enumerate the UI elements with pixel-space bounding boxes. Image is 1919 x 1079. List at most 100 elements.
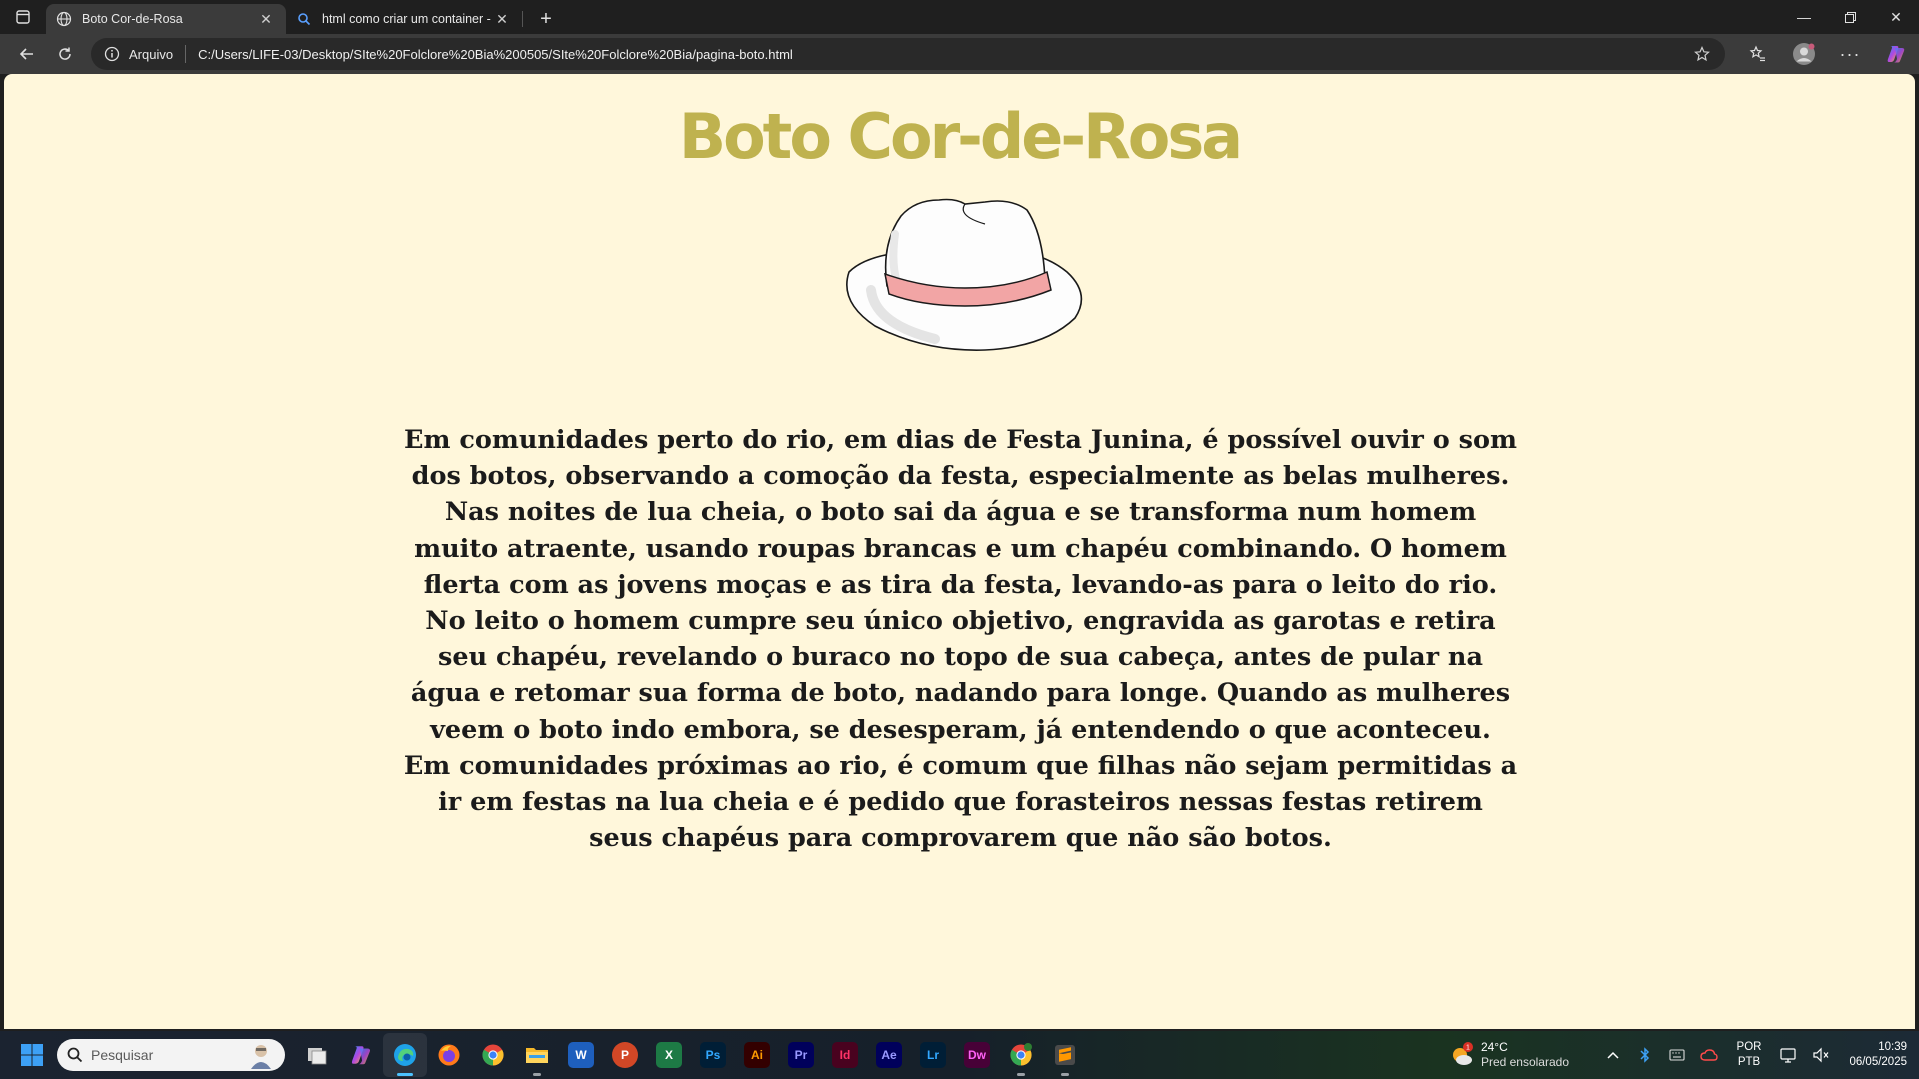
- legend-paragraph: Em comunidades perto do rio, em dias de …: [403, 425, 1518, 854]
- tab-boto[interactable]: Boto Cor-de-Rosa ✕: [46, 4, 286, 34]
- sublime-text-icon: [1055, 1045, 1075, 1065]
- toolbar-actions: ···: [1735, 38, 1919, 70]
- dreamweaver-icon: Dw: [964, 1042, 990, 1068]
- taskbar-clock[interactable]: 10:39 06/05/2025: [1837, 1040, 1907, 1070]
- back-button[interactable]: [9, 38, 45, 70]
- edge-icon: [394, 1044, 416, 1066]
- chrome-profile-taskbar-button[interactable]: [999, 1033, 1043, 1077]
- info-icon[interactable]: [103, 45, 121, 63]
- close-tab-icon[interactable]: ✕: [492, 9, 512, 29]
- avatar: [1793, 43, 1815, 65]
- search-placeholder: Pesquisar: [91, 1047, 154, 1063]
- folder-icon: [526, 1048, 548, 1063]
- firefox-taskbar-button[interactable]: [427, 1033, 471, 1077]
- copilot-icon: [1887, 46, 1905, 63]
- page-title: Boto Cor-de-Rosa: [678, 100, 1243, 173]
- copilot-button[interactable]: [1873, 38, 1919, 70]
- file-explorer-taskbar-button[interactable]: [515, 1033, 559, 1077]
- pinned-apps: W P X Ps Ai Pr Id Ae Lr Dw: [295, 1033, 1087, 1077]
- chrome-profile-icon: [1010, 1043, 1032, 1066]
- powerpoint-icon: P: [612, 1042, 638, 1068]
- volume-muted-icon[interactable]: [1805, 1035, 1837, 1075]
- illustrator-icon: Ai: [744, 1042, 770, 1068]
- profile-button[interactable]: [1781, 38, 1827, 70]
- search-icon: [296, 11, 312, 27]
- keyboard-icon[interactable]: [1661, 1035, 1693, 1075]
- edge-taskbar-button[interactable]: [383, 1033, 427, 1077]
- powerpoint-taskbar-button[interactable]: P: [603, 1033, 647, 1077]
- refresh-icon: [59, 47, 71, 60]
- search-icon: [67, 1047, 83, 1063]
- clock-date: 06/05/2025: [1849, 1056, 1907, 1068]
- lightroom-icon: Lr: [920, 1042, 946, 1068]
- start-button[interactable]: [12, 1035, 52, 1075]
- close-tab-icon[interactable]: ✕: [256, 9, 276, 29]
- keyboard-layout: PTB: [1737, 1056, 1761, 1068]
- show-hidden-icons-chevron-up-icon[interactable]: [1597, 1035, 1629, 1075]
- clock-time: 10:39: [1878, 1041, 1907, 1053]
- lightroom-taskbar-button[interactable]: Lr: [911, 1033, 955, 1077]
- url-text[interactable]: C:/Users/LIFE-03/Desktop/SIte%20Folclore…: [198, 47, 1687, 62]
- new-tab-button[interactable]: +: [529, 4, 563, 34]
- after-effects-taskbar-button[interactable]: Ae: [867, 1033, 911, 1077]
- address-bar[interactable]: Arquivo C:/Users/LIFE-03/Desktop/SIte%20…: [91, 38, 1725, 70]
- excel-taskbar-button[interactable]: X: [647, 1033, 691, 1077]
- favorites-icon: [1749, 45, 1765, 62]
- task-view-button[interactable]: [295, 1033, 339, 1077]
- running-indicator: [533, 1073, 541, 1076]
- running-indicator: [1017, 1073, 1025, 1076]
- network-icon[interactable]: [1773, 1035, 1805, 1075]
- chrome-taskbar-button[interactable]: [471, 1033, 515, 1077]
- indesign-taskbar-button[interactable]: Id: [823, 1033, 867, 1077]
- photoshop-taskbar-button[interactable]: Ps: [691, 1033, 735, 1077]
- word-icon: W: [568, 1042, 594, 1068]
- weather-badge: 1: [1466, 1045, 1470, 1052]
- after-effects-icon: Ae: [876, 1042, 902, 1068]
- tab-search[interactable]: html como criar um container - P ✕: [286, 4, 522, 34]
- tab-title: Boto Cor-de-Rosa: [82, 12, 183, 26]
- bluetooth-icon[interactable]: [1629, 1035, 1661, 1075]
- chrome-icon: [482, 1044, 504, 1066]
- tab-divider: [522, 11, 523, 27]
- running-indicator: [1061, 1073, 1069, 1076]
- favorite-star-icon[interactable]: [1687, 39, 1717, 69]
- weather-widget[interactable]: 1 24°C Pred ensolarado: [1449, 1040, 1569, 1070]
- tab-strip: Boto Cor-de-Rosa ✕ html como criar um co…: [0, 0, 1919, 34]
- indesign-icon: Id: [832, 1042, 858, 1068]
- word-taskbar-button[interactable]: W: [559, 1033, 603, 1077]
- language-indicator[interactable]: POR PTB: [1729, 1040, 1769, 1070]
- weather-description: Pred ensolarado: [1480, 1055, 1569, 1069]
- window-controls: — ✕: [1781, 0, 1919, 34]
- photoshop-icon: Ps: [700, 1042, 726, 1068]
- copilot-taskbar-button[interactable]: [339, 1033, 383, 1077]
- refresh-button[interactable]: [47, 38, 83, 70]
- windows-logo-icon: [21, 1044, 43, 1066]
- close-window-icon[interactable]: ✕: [1873, 0, 1919, 34]
- language-code: POR: [1736, 1041, 1762, 1053]
- premiere-taskbar-button[interactable]: Pr: [779, 1033, 823, 1077]
- white-hat-image: [846, 198, 1083, 351]
- restore-icon[interactable]: [1827, 0, 1873, 34]
- navigation-bar: Arquivo C:/Users/LIFE-03/Desktop/SIte%20…: [0, 34, 1919, 74]
- premiere-icon: Pr: [788, 1042, 814, 1068]
- tab-title: html como criar um container - P: [322, 12, 492, 26]
- page-viewport: Boto Cor-de-Rosa Em comunidades perto do…: [4, 74, 1915, 1029]
- task-view-icon: [308, 1048, 327, 1065]
- weather-temperature: 24°C: [1480, 1040, 1508, 1054]
- sublime-text-taskbar-button[interactable]: [1043, 1033, 1087, 1077]
- illustrator-taskbar-button[interactable]: Ai: [735, 1033, 779, 1077]
- copilot-icon: [351, 1046, 370, 1065]
- taskbar: Pesquisar W P X Ps Ai Pr Id Ae Lr Dw 1 2…: [0, 1031, 1919, 1079]
- address-divider: [185, 45, 187, 63]
- creative-cloud-icon[interactable]: [1693, 1035, 1725, 1075]
- minimize-icon[interactable]: —: [1781, 0, 1827, 34]
- more-options-icon[interactable]: ···: [1827, 38, 1873, 70]
- tab-actions-button[interactable]: [0, 0, 46, 34]
- dreamweaver-taskbar-button[interactable]: Dw: [955, 1033, 999, 1077]
- favorites-button[interactable]: [1735, 38, 1781, 70]
- excel-icon: X: [656, 1042, 682, 1068]
- taskbar-search[interactable]: Pesquisar: [57, 1039, 285, 1071]
- tab-actions-icon: [16, 10, 30, 24]
- site-info-label[interactable]: Arquivo: [129, 47, 173, 62]
- active-indicator: [397, 1073, 413, 1076]
